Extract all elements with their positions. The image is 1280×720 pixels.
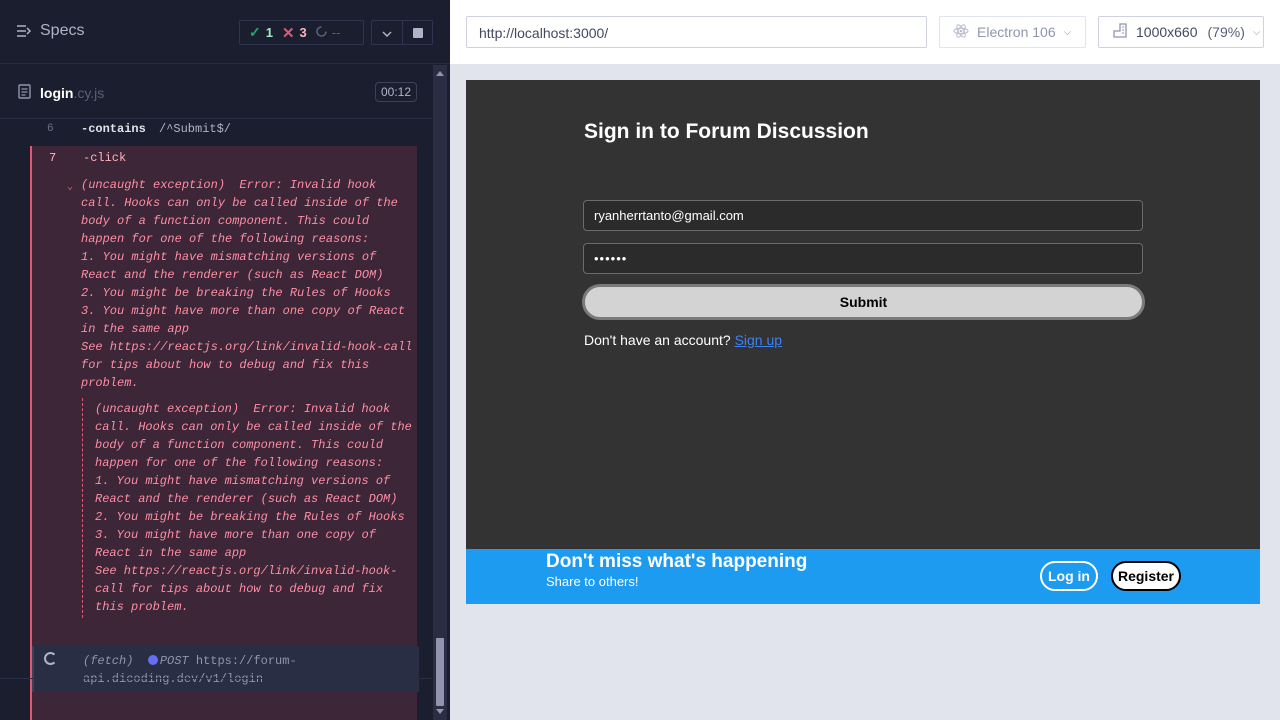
file-icon bbox=[18, 84, 31, 104]
chevron-down-icon bbox=[382, 24, 392, 42]
fetch-details: (fetch) POST https://forum- api.dicoding… bbox=[83, 652, 297, 688]
electron-icon bbox=[953, 23, 969, 42]
failed-stat: ✕ 3 bbox=[273, 24, 307, 42]
error-message[interactable]: (uncaught exception) Error: Invalid hook… bbox=[95, 400, 412, 616]
signup-prompt: Don't have an account? Sign up bbox=[584, 332, 782, 348]
banner-title: Don't miss what's happening bbox=[546, 551, 808, 572]
viewport-icon bbox=[1113, 23, 1128, 41]
stop-icon bbox=[412, 27, 423, 38]
stop-button[interactable] bbox=[403, 20, 433, 45]
passed-stat: ✓ 1 bbox=[240, 24, 273, 41]
browser-selector[interactable]: Electron 106 ⌵ bbox=[939, 16, 1086, 48]
viewport-size: 1000x660 bbox=[1136, 24, 1198, 40]
page-title: Sign in to Forum Discussion bbox=[584, 120, 869, 143]
failed-count: 3 bbox=[299, 25, 307, 40]
specs-menu-icon bbox=[16, 24, 32, 38]
command-message: /^Submit$/ bbox=[159, 122, 232, 136]
fetch-url-line1: https://forum- bbox=[195, 654, 297, 668]
fetch-label: (fetch) bbox=[83, 654, 134, 668]
url-bar[interactable]: http://localhost:3000/ bbox=[466, 16, 927, 48]
bottom-banner: Don't miss what's happening Share to oth… bbox=[466, 549, 1260, 604]
chevron-down-icon: ⌵ bbox=[1252, 26, 1261, 38]
pending-stat: -- bbox=[307, 25, 341, 40]
aut-header: http://localhost:3000/ Electron 106 ⌵ 10… bbox=[450, 0, 1280, 64]
browser-name: Electron 106 bbox=[977, 24, 1056, 40]
error-text: (uncaught exception) Error: Invalid hook… bbox=[95, 402, 412, 614]
x-icon: ✕ bbox=[281, 24, 295, 42]
toggle-auto-scroll-button[interactable] bbox=[371, 20, 403, 45]
fetch-method: POST bbox=[159, 654, 189, 668]
spec-file-basename: login bbox=[40, 85, 74, 101]
pending-count: -- bbox=[331, 25, 341, 40]
scroll-down-icon[interactable] bbox=[436, 709, 444, 714]
spec-file-ext: .cy.js bbox=[73, 85, 105, 101]
viewport-scale: (79%) bbox=[1207, 24, 1245, 40]
command-number: 7 bbox=[49, 151, 57, 165]
reporter-header: Specs ✓ 1 ✕ 3 -- bbox=[0, 0, 450, 64]
scrollbar-thumb[interactable] bbox=[436, 638, 444, 706]
spec-file-header: login.cy.js 00:12 bbox=[0, 65, 432, 119]
divider bbox=[0, 678, 432, 679]
spinner-icon bbox=[44, 652, 57, 665]
viewport-info[interactable]: 1000x660 (79%) ⌵ bbox=[1098, 16, 1264, 48]
command-number: 6 bbox=[47, 123, 54, 135]
specs-label: Specs bbox=[40, 22, 85, 39]
pending-dot-icon bbox=[147, 655, 158, 665]
signup-link[interactable]: Sign up bbox=[735, 332, 782, 348]
chevron-down-icon[interactable]: ⌄ bbox=[67, 181, 73, 193]
submit-button[interactable]: Submit bbox=[582, 284, 1145, 320]
command-name-text: -contains bbox=[81, 122, 146, 136]
spec-file-name[interactable]: login.cy.js bbox=[40, 85, 104, 101]
nested-error: (uncaught exception) Error: Invalid hook… bbox=[82, 398, 417, 618]
failed-command-row[interactable]: 7 -click ⌄ (uncaught exception) Error: I… bbox=[30, 146, 419, 720]
command-row[interactable]: 6 -contains /^Submit$/ bbox=[30, 120, 417, 144]
error-text: (uncaught exception) Error: Invalid hook… bbox=[81, 178, 413, 390]
banner-subtitle: Share to others! bbox=[546, 574, 639, 589]
spec-duration: 00:12 bbox=[375, 82, 417, 102]
reporter-panel: Specs ✓ 1 ✕ 3 -- login.cy.js 00:12 6 -co… bbox=[0, 0, 450, 720]
spinner-icon bbox=[315, 25, 327, 40]
command-name: -contains bbox=[81, 122, 146, 136]
error-message[interactable]: (uncaught exception) Error: Invalid hook… bbox=[81, 176, 412, 392]
check-icon: ✓ bbox=[249, 24, 261, 40]
specs-button[interactable]: Specs bbox=[16, 22, 84, 40]
scrollbar[interactable] bbox=[433, 65, 447, 720]
test-stats: ✓ 1 ✕ 3 -- bbox=[239, 20, 364, 45]
passed-count: 1 bbox=[265, 25, 273, 40]
app-under-test: Sign in to Forum Discussion ryanherrtant… bbox=[466, 80, 1260, 604]
login-button[interactable]: Log in bbox=[1040, 561, 1098, 591]
signup-prompt-text: Don't have an account? bbox=[584, 332, 731, 348]
register-button[interactable]: Register bbox=[1111, 561, 1181, 591]
password-field[interactable]: •••••• bbox=[583, 243, 1143, 274]
chevron-down-icon: ⌵ bbox=[1063, 26, 1072, 38]
command-name: -click bbox=[83, 151, 127, 165]
email-field[interactable]: ryanherrtanto@gmail.com bbox=[583, 200, 1143, 231]
fetch-url-line2: api.dicoding.dev/v1/login bbox=[83, 672, 264, 686]
scroll-up-icon[interactable] bbox=[436, 71, 444, 76]
fetch-command-row[interactable]: (fetch) POST https://forum- api.dicoding… bbox=[32, 646, 419, 692]
